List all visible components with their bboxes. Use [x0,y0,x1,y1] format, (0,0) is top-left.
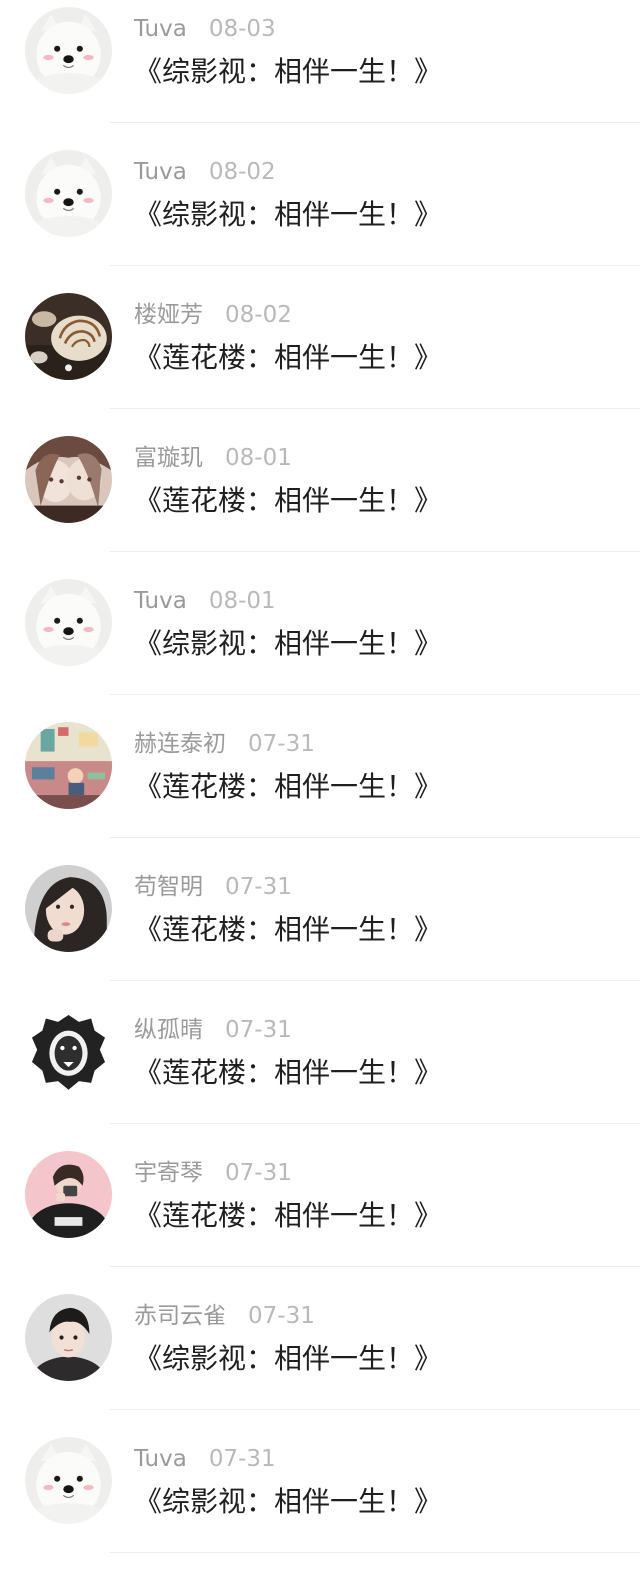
avatar[interactable] [25,150,112,237]
comment-item[interactable]: 赫连泰初 07-31 《莲花楼：相伴一生！》 [0,715,640,858]
nautilus-shell-avatar [25,293,112,380]
comment-item[interactable]: Tuva 08-02 《综影视：相伴一生！》 [0,143,640,286]
comment-text: 《莲花楼：相伴一生！》 [134,1199,443,1232]
avatar[interactable] [25,865,112,952]
author-name[interactable]: Tuva [134,1446,187,1472]
samoyed-dog-avatar [25,150,112,237]
avatar[interactable] [25,7,112,94]
comment-item[interactable]: 纵孤晴 07-31 《莲花楼：相伴一生！》 [0,1001,640,1144]
comment-meta: Tuva 07-31 [134,1442,276,1476]
comment-meta: 富璇玑 08-01 [134,441,292,475]
comment-item[interactable]: 苟智明 07-31 《莲花楼：相伴一生！》 [0,858,640,1001]
comment-text: 《综影视：相伴一生！》 [134,1485,443,1518]
divider [110,980,640,981]
author-name[interactable]: 纵孤晴 [134,1017,203,1043]
comment-meta: 纵孤晴 07-31 [134,1013,292,1047]
divider [110,694,640,695]
comment-text: 《综影视：相伴一生！》 [134,627,443,660]
comment-text: 《综影视：相伴一生！》 [134,1342,443,1375]
avatar[interactable] [25,436,112,523]
comment-date: 07-31 [208,1446,276,1472]
author-name[interactable]: 赤司云雀 [134,1303,226,1329]
author-name[interactable]: 楼娅芳 [134,302,203,328]
comment-date: 07-31 [225,874,292,900]
author-name[interactable]: 赫连泰初 [134,731,226,757]
comment-meta: 赤司云雀 07-31 [134,1299,315,1333]
comment-date: 07-31 [248,1303,315,1329]
anime-girls-avatar [25,436,112,523]
comment-item[interactable]: 宇寄琴 07-31 《莲花楼：相伴一生！》 [0,1144,640,1287]
divider [110,1552,640,1553]
avatar[interactable] [25,1437,112,1524]
comment-item[interactable]: 富璇玑 08-01 《莲花楼：相伴一生！》 [0,429,640,572]
comment-meta: 苟智明 07-31 [134,870,292,904]
divider [110,1123,640,1124]
divider [110,837,640,838]
divider [110,551,640,552]
author-name[interactable]: Tuva [134,159,187,185]
comment-meta: Tuva 08-01 [134,584,276,618]
author-name[interactable]: 苟智明 [134,874,203,900]
comment-text: 《莲花楼：相伴一生！》 [134,484,443,517]
divider [110,265,640,266]
comment-text: 《综影视：相伴一生！》 [134,198,443,231]
comment-date: 08-01 [208,588,276,614]
comment-date: 08-01 [225,445,292,471]
comment-meta: 赫连泰初 07-31 [134,727,315,761]
divider [110,122,640,123]
comment-item[interactable]: 楼娅芳 08-02 《莲花楼：相伴一生！》 [0,286,640,429]
samoyed-dog-avatar [25,579,112,666]
comment-date: 07-31 [225,1160,292,1186]
comment-meta: Tuva 08-02 [134,155,276,189]
avatar[interactable] [25,293,112,380]
divider [110,408,640,409]
comment-item[interactable]: Tuva 08-03 《综影视：相伴一生！》 [0,0,640,143]
comment-text: 《莲花楼：相伴一生！》 [134,341,443,374]
comment-meta: Tuva 08-03 [134,12,276,46]
young-man-portrait-avatar [25,1294,112,1381]
author-name[interactable]: 富璇玑 [134,445,203,471]
comment-list: Tuva 08-03 《综影视：相伴一生！》 Tuva 08-02 《综影视：相… [0,0,640,1573]
author-name[interactable]: Tuva [134,588,187,614]
comment-meta: 宇寄琴 07-31 [134,1156,292,1190]
divider [110,1266,640,1267]
illustrated-room-avatar [25,722,112,809]
woman-portrait-avatar [25,865,112,952]
comment-text: 《莲花楼：相伴一生！》 [134,1056,443,1089]
comment-item[interactable]: Tuva 07-31 《综影视：相伴一生！》 [0,1430,640,1573]
comment-text: 《莲花楼：相伴一生！》 [134,913,443,946]
avatar[interactable] [25,1151,112,1238]
author-name[interactable]: Tuva [134,16,187,42]
avatar[interactable] [25,1008,112,1095]
pink-selfie-avatar [25,1151,112,1238]
avatar[interactable] [25,1294,112,1381]
comment-date: 07-31 [248,731,315,757]
lion-head-avatar [25,1008,112,1095]
comment-item[interactable]: Tuva 08-01 《综影视：相伴一生！》 [0,572,640,715]
comment-date: 07-31 [225,1017,292,1043]
samoyed-dog-avatar [25,1437,112,1524]
comment-date: 08-02 [225,302,292,328]
comment-item[interactable]: 赤司云雀 07-31 《综影视：相伴一生！》 [0,1287,640,1430]
comment-text: 《综影视：相伴一生！》 [134,55,443,88]
comment-meta: 楼娅芳 08-02 [134,298,292,332]
author-name[interactable]: 宇寄琴 [134,1160,203,1186]
comment-date: 08-02 [208,159,276,185]
comment-text: 《莲花楼：相伴一生！》 [134,770,443,803]
avatar[interactable] [25,579,112,666]
avatar[interactable] [25,722,112,809]
divider [110,1409,640,1410]
comment-date: 08-03 [208,16,276,42]
samoyed-dog-avatar [25,7,112,94]
